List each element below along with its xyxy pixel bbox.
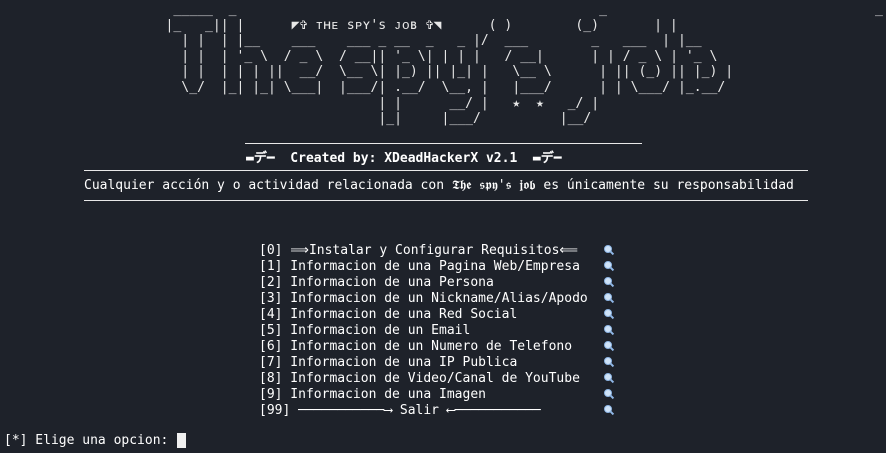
ascii-line: | | | | | || __/ \__ \| |_) || |_| | \__… bbox=[0, 64, 734, 80]
menu-item-4[interactable]: [4] Informacion de una Red Social bbox=[259, 306, 615, 322]
menu-item-8[interactable]: [8] Informacion de Video/Canal de YouTub… bbox=[259, 370, 615, 386]
menu-item-label: [4] Informacion de una Red Social bbox=[259, 306, 518, 322]
separator-credit-top bbox=[245, 143, 642, 144]
menu-item-10[interactable]: [99] ───────────⟶ Salir ⟵─────────── bbox=[259, 402, 615, 418]
menu-item-5[interactable]: [5] Informacion de un Email bbox=[259, 322, 615, 338]
menu-item-label: [2] Informacion de una Persona bbox=[259, 274, 494, 290]
menu-item-2[interactable]: [2] Informacion de una Persona bbox=[259, 274, 615, 290]
menu-item-label: [5] Informacion de un Email bbox=[259, 322, 471, 338]
menu-item-7[interactable]: [7] Informacion de una IP Publica bbox=[259, 354, 615, 370]
menu-item-label: [6] Informacion de un Numero de Telefono bbox=[259, 338, 573, 354]
magnifier-icon bbox=[603, 356, 615, 368]
ascii-line: | | | '_ \ / _ \ / __|| '_ \| | | | / __… bbox=[0, 48, 718, 64]
magnifier-icon bbox=[603, 276, 615, 288]
ascii-line: | | __/ | ★ ★ _/ | bbox=[0, 95, 600, 111]
magnifier-icon bbox=[603, 340, 615, 352]
ascii-line: | | | |__ ___ ___ _ __ _ _ |/ ___ _ ___ … bbox=[0, 33, 702, 49]
menu-item-9[interactable]: [9] Informacion de una Imagen bbox=[259, 386, 615, 402]
magnifier-icon bbox=[603, 372, 615, 384]
magnifier-icon bbox=[603, 260, 615, 272]
ascii-line: |_ _|| | ◤✞ ᴛʜᴇ sᴘʏ's ᴊᴏʙ ✞◥ ( ) (_) | | bbox=[0, 17, 678, 33]
menu-item-1[interactable]: [1] Informacion de una Pagina Web/Empres… bbox=[259, 258, 615, 274]
menu-item-label: [3] Informacion de un Nickname/Alias/Apo… bbox=[259, 290, 588, 306]
menu-item-label: [8] Informacion de Video/Canal de YouTub… bbox=[259, 370, 580, 386]
menu-item-3[interactable]: [3] Informacion de un Nickname/Alias/Apo… bbox=[259, 290, 615, 306]
ascii-line: \_/ |_| |_| \___| |___/| .__/ \__, | |__… bbox=[0, 79, 726, 95]
magnifier-icon bbox=[603, 388, 615, 400]
menu-item-0[interactable]: [0] ⟹Instalar y Configurar Requisitos⟸ bbox=[259, 242, 615, 258]
ascii-line: |_| |___/ |__/ bbox=[0, 111, 592, 127]
menu-item-label: [99] ───────────⟶ Salir ⟵─────────── bbox=[259, 402, 541, 418]
credit-line: ▬デ━ Created by: XDeadHackerX v2.1 ▬デ━ bbox=[246, 151, 562, 166]
separator-disclaimer-top bbox=[84, 170, 808, 171]
magnifier-icon bbox=[603, 404, 615, 416]
menu-item-label: [7] Informacion de una IP Publica bbox=[259, 354, 518, 370]
magnifier-icon bbox=[603, 244, 615, 256]
magnifier-icon bbox=[603, 324, 615, 336]
magnifier-icon bbox=[603, 292, 615, 304]
menu-item-label: [0] ⟹Instalar y Configurar Requisitos⟸ bbox=[259, 242, 579, 258]
text-cursor[interactable] bbox=[177, 433, 187, 448]
main-menu: [0] ⟹Instalar y Configurar Requisitos⟸ [1… bbox=[259, 242, 615, 418]
menu-item-label: [1] Informacion de una Pagina Web/Empres… bbox=[259, 258, 580, 274]
command-prompt[interactable]: [*] Elige una opcion: bbox=[4, 433, 187, 448]
separator-disclaimer-bottom bbox=[84, 200, 808, 201]
prompt-label: [*] Elige una opcion: bbox=[4, 433, 177, 448]
ascii-banner: _____ _ _ _ |_ _|| | ◤✞ ᴛʜᴇ sᴘʏ's ᴊᴏʙ ✞◥… bbox=[0, 2, 883, 127]
ascii-line: _____ _ _ _ bbox=[0, 2, 883, 17]
magnifier-icon bbox=[603, 308, 615, 320]
menu-item-6[interactable]: [6] Informacion de un Numero de Telefono bbox=[259, 338, 615, 354]
disclaimer-text: Cualquier acción y o actividad relaciona… bbox=[84, 178, 794, 193]
menu-item-label: [9] Informacion de una Imagen bbox=[259, 386, 486, 402]
